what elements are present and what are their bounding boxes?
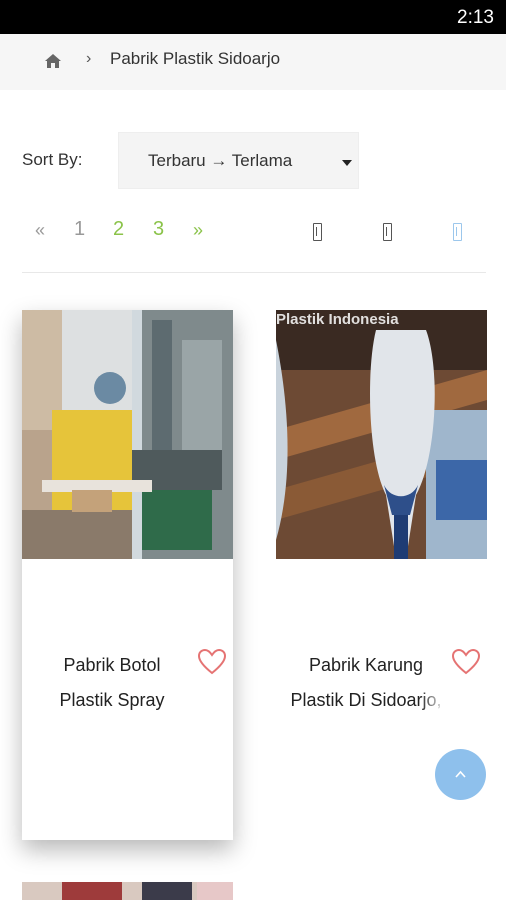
product-image[interactable] (22, 310, 233, 559)
product-image[interactable]: Plastik Indonesia (276, 310, 487, 559)
product-image[interactable] (22, 882, 233, 900)
back-to-top-button[interactable] (435, 749, 486, 800)
breadcrumb-current: Pabrik Plastik Sidoarjo (110, 49, 281, 68)
sort-select[interactable]: Terbaru → Terlama (118, 132, 359, 189)
heart-outline-icon[interactable] (197, 648, 227, 676)
breadcrumb-separator: › (86, 50, 92, 67)
status-time: 2:13 (457, 7, 494, 28)
pagination: « 1 2 3 » (0, 218, 506, 248)
status-bar: 2:13 (0, 0, 506, 34)
large-view-icon[interactable] (453, 223, 462, 241)
sort-label: Sort By: (22, 150, 83, 169)
grid-view-icon[interactable] (383, 223, 392, 241)
product-title[interactable]: Pabrik Karung Plastik Di Sidoarjo, (286, 648, 446, 718)
heart-outline-icon[interactable] (451, 648, 481, 676)
sort-selected-value: Terbaru → Terlama (148, 151, 293, 170)
home-icon[interactable] (44, 52, 62, 70)
pagination-page-2[interactable]: 2 (113, 218, 124, 241)
divider (22, 272, 486, 273)
chevron-up-icon (455, 770, 466, 778)
image-watermark: Plastik Indonesia (276, 311, 399, 328)
pagination-page-1[interactable]: 1 (74, 218, 85, 241)
breadcrumb: › Pabrik Plastik Sidoarjo (0, 34, 506, 90)
pagination-prev[interactable]: « (35, 220, 45, 241)
product-title[interactable]: Pabrik Botol Plastik Spray (32, 648, 192, 718)
product-card[interactable]: Pabrik Botol Plastik Spray (22, 310, 233, 840)
pagination-next[interactable]: » (193, 220, 203, 241)
pagination-page-3[interactable]: 3 (153, 218, 164, 241)
list-view-icon[interactable] (313, 223, 322, 241)
chevron-down-icon (342, 160, 352, 166)
